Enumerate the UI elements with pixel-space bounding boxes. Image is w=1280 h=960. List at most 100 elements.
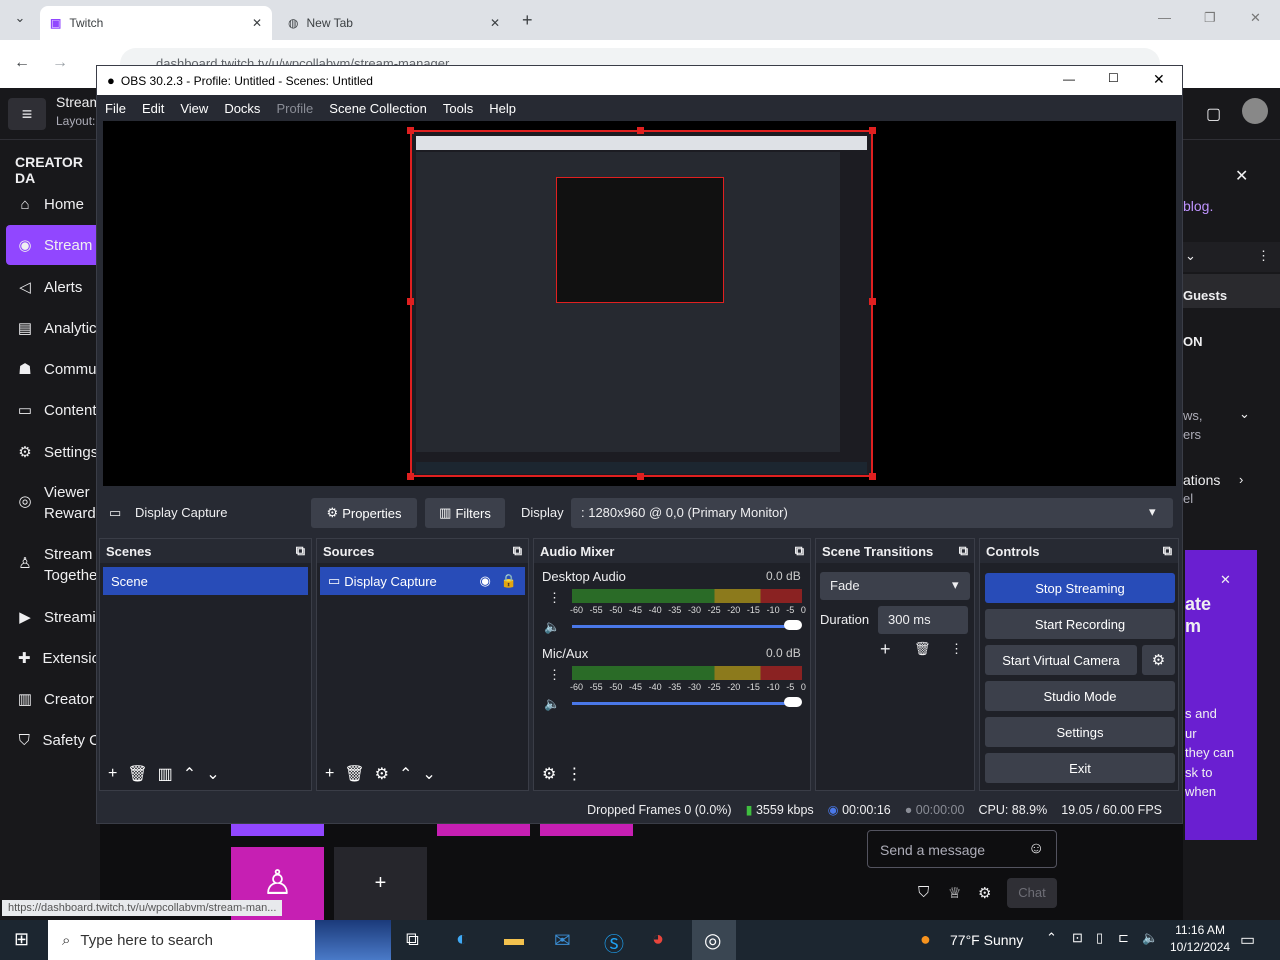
sidebar-item-stream-together[interactable]: ♙ Stream Togethe (0, 544, 100, 588)
forward-icon[interactable]: → (52, 54, 68, 72)
menu-help[interactable]: Help (481, 101, 524, 116)
filter-icon[interactable]: ▥ (158, 764, 173, 784)
more-icon[interactable]: ⋮ (548, 667, 561, 683)
blog-link[interactable]: blog. (1183, 198, 1213, 214)
mic-icon[interactable]: ▯ (1096, 930, 1103, 946)
speaker-icon[interactable]: 🔈 (1142, 930, 1158, 946)
display-capture-preview[interactable] (410, 130, 873, 477)
sidebar-item-creator[interactable]: ▥ Creator (0, 679, 100, 719)
wifi-icon[interactable]: ⊏ (1118, 930, 1129, 946)
obs-taskbar-icon[interactable]: ◎ (692, 920, 736, 960)
resize-handle[interactable] (407, 298, 414, 305)
whisper-icon[interactable]: ▢ (1206, 104, 1221, 124)
gear-icon[interactable]: ⚙ (375, 764, 389, 784)
taskbar-search[interactable]: ⌕ Type here to search (48, 920, 391, 960)
sidebar-item-streaming[interactable]: ▶ Streami (0, 597, 100, 637)
close-icon[interactable]: ✕ (1220, 572, 1231, 588)
trash-icon[interactable]: 🗑 (127, 764, 147, 784)
minimize-icon[interactable]: — (1063, 72, 1075, 86)
menu-profile[interactable]: Profile (268, 101, 321, 116)
duration-spinbox[interactable]: 300 ms (878, 606, 968, 634)
shield-icon[interactable]: ⛉ (918, 884, 929, 901)
restore-icon[interactable]: ❐ (1204, 10, 1216, 26)
sidebar-item-analytics[interactable]: ▤ Analytic (0, 308, 100, 348)
more-icon[interactable]: ⋮ (950, 641, 963, 657)
network-icon[interactable]: ⊡ (1072, 930, 1083, 946)
lock-icon[interactable]: 🔒 (501, 573, 517, 589)
chrome-icon[interactable]: ◕ (652, 928, 664, 951)
close-icon[interactable]: ✕ (1235, 166, 1248, 186)
sidebar-item-alerts[interactable]: ◁ Alerts (0, 267, 100, 307)
sidebar-item-extensions[interactable]: ✚ Extensio (0, 638, 100, 678)
resize-handle[interactable] (869, 127, 876, 134)
virtual-camera-settings-icon[interactable]: ⚙ (1142, 645, 1175, 675)
sidebar-item-viewer-rewards[interactable]: ◎ Viewer Reward (0, 482, 100, 526)
sidebar-item-home[interactable]: ⌂ Home (0, 184, 100, 224)
chevron-down-icon[interactable]: ⌄ (1239, 406, 1250, 422)
tab-new-tab[interactable]: ◍ New Tab ✕ (278, 6, 510, 40)
trophy-icon[interactable]: ♕ (948, 884, 961, 902)
tray-chevron-up-icon[interactable]: ⌃ (1046, 930, 1057, 946)
undock-icon[interactable]: ⧉ (513, 543, 522, 559)
sidebar-item-settings[interactable]: ⚙ Settings (0, 432, 100, 472)
new-tab-icon[interactable]: + (522, 10, 533, 31)
more-icon[interactable]: ⋮ (1257, 248, 1270, 264)
resize-handle[interactable] (869, 298, 876, 305)
more-icon[interactable]: ⋮ (566, 764, 582, 784)
add-icon[interactable]: + (108, 765, 117, 783)
file-explorer-icon[interactable]: ▬ (504, 928, 524, 951)
volume-slider-thumb[interactable] (784, 620, 802, 630)
menu-scene-collection[interactable]: Scene Collection (321, 101, 435, 116)
studio-mode-button[interactable]: Studio Mode (985, 681, 1175, 711)
undock-icon[interactable]: ⧉ (1163, 543, 1172, 559)
trash-icon[interactable]: 🗑 (914, 641, 931, 657)
filters-button[interactable]: ▥ Filters (425, 498, 505, 528)
windows-start-icon[interactable]: ⊞ (14, 929, 29, 950)
minimize-icon[interactable]: — (1158, 10, 1171, 25)
tab-twitch[interactable]: ▣ Twitch ✕ (40, 6, 272, 40)
skype-icon[interactable]: Ⓢ (604, 928, 624, 957)
settings-button[interactable]: Settings (985, 717, 1175, 747)
close-icon[interactable]: ✕ (490, 16, 500, 30)
quick-action-tile[interactable] (231, 824, 324, 836)
exit-button[interactable]: Exit (985, 753, 1175, 783)
gear-icon[interactable]: ⚙ (542, 764, 556, 784)
maximize-icon[interactable]: ☐ (1108, 71, 1119, 85)
undock-icon[interactable]: ⧉ (296, 543, 305, 559)
add-icon[interactable]: + (880, 639, 891, 660)
resize-handle[interactable] (407, 127, 414, 134)
menu-icon[interactable]: ≡ (8, 98, 46, 130)
resize-handle[interactable] (637, 127, 644, 134)
menu-file[interactable]: File (97, 101, 134, 116)
chevron-up-icon[interactable]: ⌃ (399, 764, 412, 784)
sidebar-item-safety[interactable]: ⛉ Safety C (0, 720, 100, 760)
volume-slider-thumb[interactable] (784, 697, 802, 707)
start-recording-button[interactable]: Start Recording (985, 609, 1175, 639)
display-select[interactable]: : 1280x960 @ 0,0 (Primary Monitor) ▾ (571, 498, 1173, 528)
quick-action-tile[interactable] (540, 824, 633, 836)
close-window-icon[interactable]: ✕ (1153, 71, 1165, 88)
volume-slider[interactable] (572, 625, 792, 628)
chat-button[interactable]: Chat (1007, 878, 1057, 908)
task-view-icon[interactable]: ⧉ (406, 929, 419, 950)
menu-view[interactable]: View (172, 101, 216, 116)
quick-action-tile[interactable] (437, 824, 530, 836)
stop-streaming-button[interactable]: Stop Streaming (985, 573, 1175, 603)
weather-text[interactable]: 77°F Sunny (950, 932, 1023, 948)
volume-slider[interactable] (572, 702, 792, 705)
speaker-icon[interactable]: 🔈 (544, 619, 560, 635)
chevron-right-icon[interactable]: › (1239, 472, 1243, 487)
chevron-down-icon[interactable]: ⌄ (422, 764, 435, 784)
clock[interactable]: 11:16 AM 10/12/2024 (1170, 923, 1230, 954)
sidebar-item-stream[interactable]: ◉ Stream (6, 225, 100, 265)
undock-icon[interactable]: ⧉ (795, 543, 804, 559)
chevron-down-icon[interactable]: ⌄ (1185, 248, 1196, 264)
close-window-icon[interactable]: ✕ (1250, 10, 1261, 26)
undock-icon[interactable]: ⧉ (959, 543, 968, 559)
more-icon[interactable]: ⋮ (548, 590, 561, 606)
close-icon[interactable]: ✕ (252, 16, 262, 30)
resize-handle[interactable] (637, 473, 644, 480)
back-icon[interactable]: ← (14, 54, 30, 72)
sidebar-item-content[interactable]: ▭ Content (0, 390, 100, 430)
trash-icon[interactable]: 🗑 (344, 764, 364, 784)
